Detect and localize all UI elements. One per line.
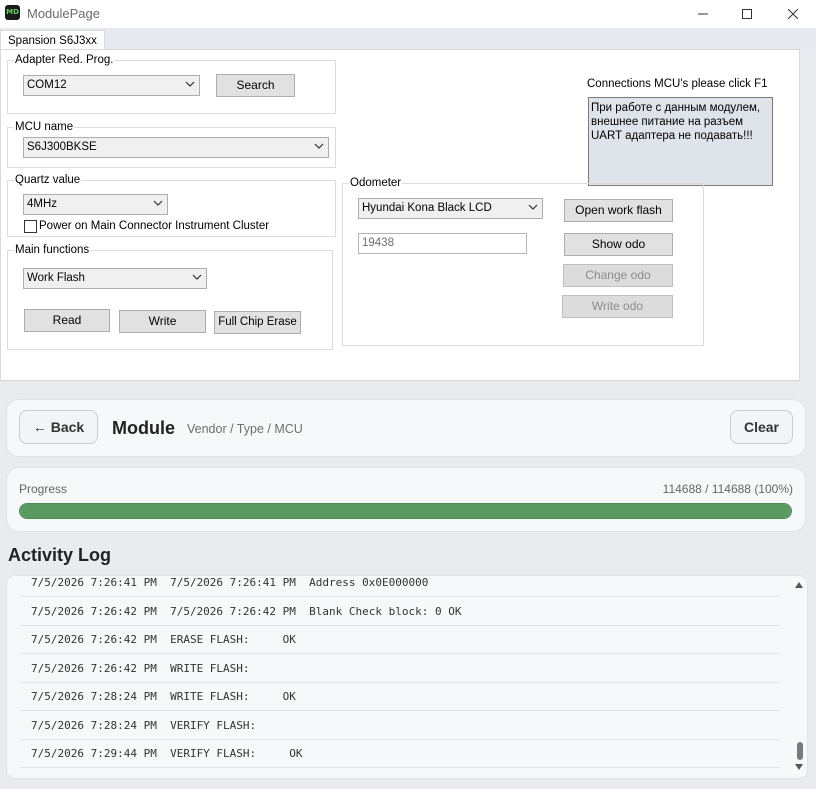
- quartz-group-label: Quartz value: [14, 173, 82, 187]
- chevron-down-icon: [153, 200, 163, 206]
- main-functions-group: Main functions Work Flash Read Write Ful…: [7, 243, 333, 350]
- mode-select[interactable]: Work Flash: [23, 268, 207, 289]
- write-odo-button[interactable]: Write odo: [562, 295, 673, 318]
- log-entry: 7/5/2026 7:26:41 PM 7/5/2026 7:26:41 PM …: [20, 576, 780, 597]
- port-select[interactable]: COM12: [23, 75, 200, 96]
- window-title: ModulePage: [27, 6, 100, 21]
- mcu-group: MCU name S6J300BKSE: [7, 120, 336, 168]
- app-icon: MD: [5, 5, 20, 20]
- quartz-select-value: 4MHz: [27, 198, 58, 210]
- log-entry: 7/5/2026 7:29:44 PM VERIFY FLASH: OK: [20, 740, 780, 768]
- log-entry: 7/5/2026 7:28:24 PM VERIFY FLASH:: [20, 712, 780, 740]
- odometer-group: Odometer Hyundai Kona Black LCD 19438 Op…: [342, 176, 704, 346]
- show-odo-button[interactable]: Show odo: [564, 233, 673, 256]
- activity-log-title: Activity Log: [8, 545, 112, 565]
- power-warning-notice: При работе с данным модулем, внешнее пит…: [588, 97, 773, 186]
- title-bar: MD ModulePage: [0, 0, 816, 28]
- progress-card: [7, 468, 805, 531]
- module-title: Module: [112, 418, 175, 438]
- scroll-down-icon[interactable]: [795, 764, 803, 770]
- log-entry: 7/5/2026 7:28:24 PM WRITE FLASH: OK: [20, 683, 780, 711]
- quartz-group: Quartz value 4MHz Power on Main Connecto…: [7, 173, 336, 237]
- read-button[interactable]: Read: [24, 309, 110, 332]
- log-scrollbar[interactable]: [791, 576, 807, 778]
- progress-bar: [19, 503, 792, 519]
- mcu-select-value: S6J300BKSE: [27, 141, 97, 153]
- chevron-down-icon: [528, 204, 538, 210]
- change-odo-button[interactable]: Change odo: [563, 264, 673, 287]
- vehicle-model-select[interactable]: Hyundai Kona Black LCD: [358, 198, 543, 219]
- tab-strip: Spansion S6J3xx: [0, 28, 816, 50]
- open-work-flash-button[interactable]: Open work flash: [564, 199, 673, 222]
- connections-label: Connections MCU's please click F1: [587, 78, 768, 90]
- tab-spansion[interactable]: Spansion S6J3xx: [0, 30, 105, 50]
- full-chip-erase-button[interactable]: Full Chip Erase: [214, 311, 301, 334]
- clear-button[interactable]: Clear: [730, 410, 793, 444]
- odometer-group-label: Odometer: [349, 176, 403, 190]
- port-select-value: COM12: [27, 79, 67, 91]
- close-icon: [788, 9, 798, 19]
- write-button[interactable]: Write: [119, 310, 206, 333]
- module-panel: Adapter Red. Prog. COM12 Search MCU name…: [0, 49, 800, 381]
- chevron-down-icon: [192, 274, 202, 280]
- odo-value-input[interactable]: 19438: [358, 233, 527, 254]
- adapter-group-label: Adapter Red. Prog.: [14, 53, 115, 67]
- chevron-down-icon: [314, 143, 324, 149]
- mcu-select[interactable]: S6J300BKSE: [23, 137, 329, 158]
- log-scrollbar-thumb[interactable]: [797, 742, 803, 760]
- minimize-button[interactable]: [680, 0, 726, 28]
- back-button[interactable]: ← Back: [19, 410, 98, 444]
- log-entry: 7/5/2026 7:26:42 PM ERASE FLASH: OK: [20, 626, 780, 654]
- main-functions-label: Main functions: [14, 243, 91, 257]
- power-checkbox-label: Power on Main Connector Instrument Clust…: [39, 220, 270, 232]
- quartz-select[interactable]: 4MHz: [23, 194, 168, 215]
- mode-select-value: Work Flash: [27, 272, 85, 284]
- power-checkbox[interactable]: [24, 220, 37, 233]
- progress-fill: [20, 504, 791, 518]
- search-button[interactable]: Search: [216, 74, 295, 97]
- maximize-button[interactable]: [724, 0, 770, 28]
- scroll-up-icon[interactable]: [795, 582, 803, 588]
- log-entry: 7/5/2026 7:26:42 PM WRITE FLASH:: [20, 655, 780, 683]
- maximize-icon: [742, 9, 752, 19]
- close-button[interactable]: [770, 0, 816, 28]
- progress-count: 114688 / 114688 (100%): [662, 482, 793, 496]
- adapter-group: Adapter Red. Prog. COM12 Search: [7, 53, 336, 114]
- module-subtitle: Vendor / Type / MCU: [187, 422, 303, 436]
- vehicle-model-value: Hyundai Kona Black LCD: [362, 202, 492, 214]
- progress-label: Progress: [19, 482, 68, 496]
- chevron-down-icon: [185, 81, 195, 87]
- minimize-icon: [698, 13, 708, 15]
- mcu-group-label: MCU name: [14, 120, 75, 134]
- activity-log[interactable]: 7/5/2026 7:29:44 PM VERIFY FLASH: OK 7/5/…: [7, 576, 807, 778]
- log-entry: 7/5/2026 7:26:42 PM 7/5/2026 7:26:42 PM …: [20, 598, 780, 626]
